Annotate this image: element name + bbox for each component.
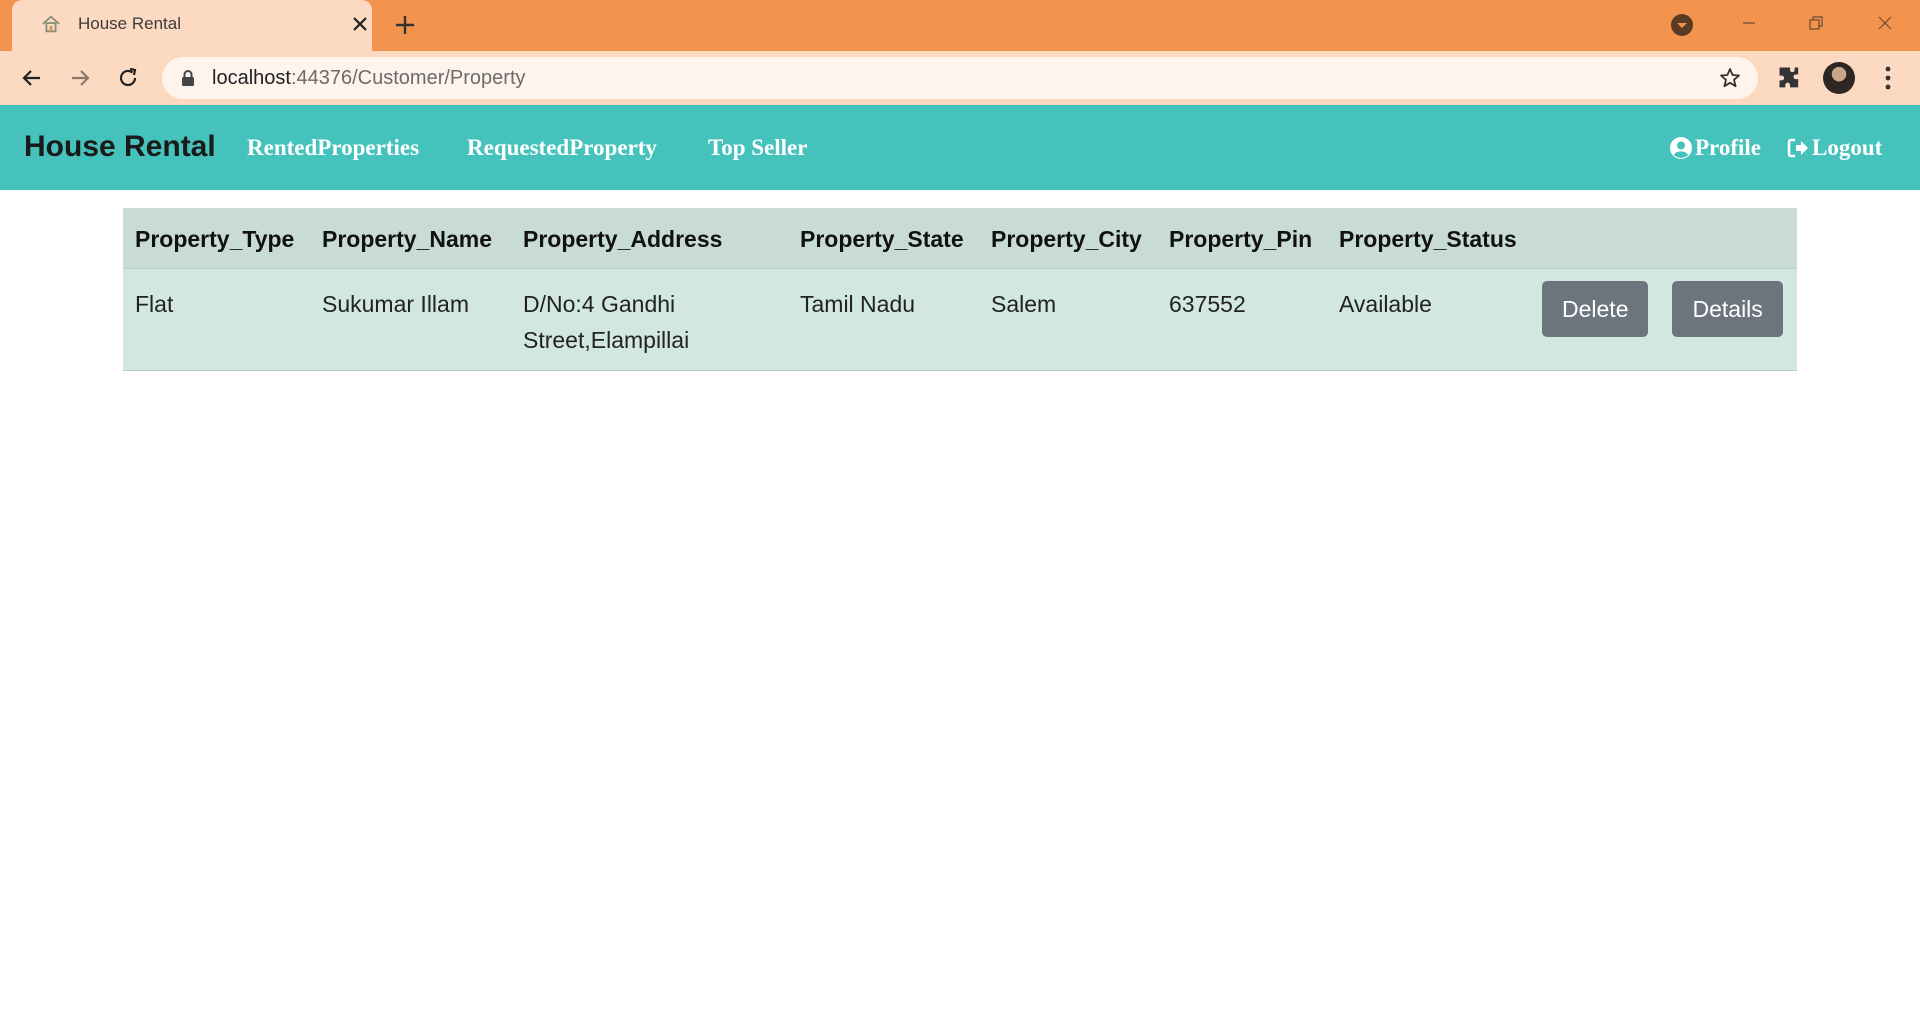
url-path: :44376/Customer/Property — [290, 67, 526, 89]
cell-property-state: Tamil Nadu — [788, 268, 979, 371]
profile-avatar[interactable] — [1823, 62, 1855, 94]
brand-title[interactable]: House Rental — [24, 130, 216, 164]
reload-icon[interactable] — [112, 62, 144, 94]
cell-property-status: Available — [1327, 268, 1530, 371]
browser-tab[interactable]: House Rental — [12, 0, 372, 51]
bookmark-star-icon[interactable] — [1718, 66, 1742, 90]
nav-link-top-seller[interactable]: Top Seller — [708, 135, 807, 161]
browser-toolbar: localhost:44376/Customer/Property — [0, 51, 1920, 105]
table-header-row: Property_Type Property_Name Property_Add… — [123, 208, 1797, 269]
cell-property-name: Sukumar Illam — [310, 268, 511, 371]
cell-property-pin: 637552 — [1157, 268, 1327, 371]
sign-out-icon — [1787, 138, 1808, 158]
close-window-icon[interactable] — [1867, 8, 1903, 38]
column-header-actions — [1530, 208, 1797, 269]
extensions-puzzle-icon[interactable] — [1776, 64, 1804, 92]
lock-icon[interactable] — [180, 69, 196, 87]
column-header-property-state: Property_State — [788, 208, 979, 269]
close-tab-icon[interactable] — [348, 12, 372, 36]
table-row: Flat Sukumar Illam D/No:4 Gandhi Street,… — [123, 268, 1797, 371]
minimize-icon[interactable] — [1731, 8, 1767, 38]
nav-link-requested-property[interactable]: RequestedProperty — [467, 135, 657, 161]
column-header-property-type: Property_Type — [123, 208, 310, 269]
url-host: localhost — [212, 67, 291, 89]
tab-search-icon[interactable] — [1670, 13, 1694, 37]
property-table: Property_Type Property_Name Property_Add… — [123, 208, 1797, 371]
more-menu-icon[interactable] — [1876, 64, 1900, 92]
column-header-property-address: Property_Address — [511, 208, 788, 269]
nav-link-logout[interactable]: Logout — [1786, 135, 1882, 161]
column-header-property-status: Property_Status — [1327, 208, 1530, 269]
cell-property-city: Salem — [979, 268, 1157, 371]
cell-actions: Delete Details — [1530, 268, 1797, 371]
url-text[interactable]: localhost:44376/Customer/Property — [212, 67, 526, 90]
forward-icon[interactable] — [64, 62, 96, 94]
cell-property-type: Flat — [123, 268, 310, 371]
address-bar[interactable]: localhost:44376/Customer/Property — [162, 57, 1758, 99]
house-icon — [42, 15, 60, 33]
nav-link-profile[interactable]: Profile — [1669, 135, 1761, 161]
browser-tab-strip: House Rental — [0, 0, 1920, 51]
tab-title: House Rental — [78, 14, 182, 33]
logout-label: Logout — [1812, 135, 1883, 160]
details-button[interactable]: Details — [1672, 280, 1783, 337]
cell-property-address: D/No:4 Gandhi Street,Elampillai — [511, 268, 788, 371]
column-header-property-city: Property_City — [979, 208, 1157, 269]
user-circle-icon — [1670, 137, 1692, 159]
restore-icon[interactable] — [1798, 8, 1834, 38]
back-icon[interactable] — [16, 62, 48, 94]
app-navbar: House Rental RentedProperties RequestedP… — [0, 105, 1920, 190]
column-header-property-pin: Property_Pin — [1157, 208, 1327, 269]
column-header-property-name: Property_Name — [310, 208, 511, 269]
profile-label: Profile — [1695, 135, 1761, 160]
new-tab-icon[interactable] — [390, 10, 420, 40]
nav-link-rented-properties[interactable]: RentedProperties — [247, 135, 419, 161]
delete-button[interactable]: Delete — [1542, 280, 1649, 337]
property-table-container: Property_Type Property_Name Property_Add… — [123, 208, 1797, 371]
